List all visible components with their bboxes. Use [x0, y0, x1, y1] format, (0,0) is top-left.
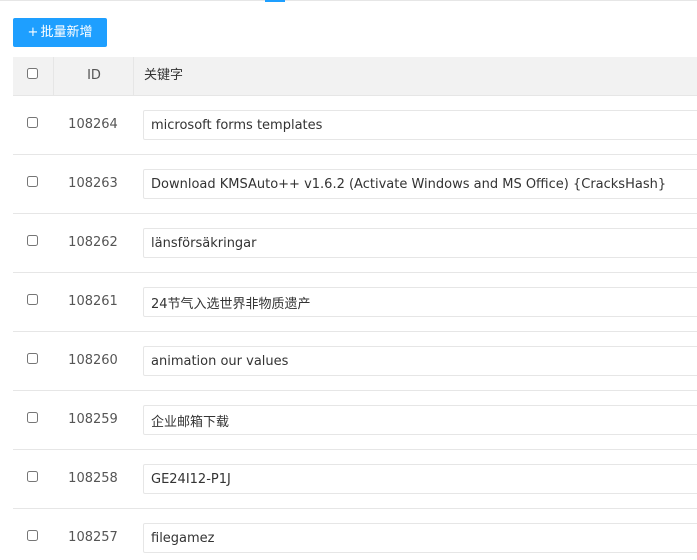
row-id: 108257: [68, 530, 118, 545]
row-keyword-cell: [133, 450, 697, 508]
row-checkbox[interactable]: [27, 412, 38, 423]
batch-add-button[interactable]: + 批量新增: [13, 18, 107, 47]
row-keyword-cell: [133, 509, 697, 560]
row-keyword-cell: [133, 332, 697, 390]
tab-bar-divider: [0, 0, 697, 1]
keyword-table: ID 关键字 108264108263108262108261108260108…: [13, 57, 697, 560]
row-checkbox[interactable]: [27, 530, 38, 541]
row-keyword-cell: [133, 96, 697, 154]
table-row: 108261: [13, 273, 697, 332]
row-id: 108262: [68, 235, 118, 250]
table-row: 108262: [13, 214, 697, 273]
row-check-cell: [13, 332, 53, 390]
row-keyword-cell: [133, 214, 697, 272]
row-id: 108261: [68, 294, 118, 309]
row-check-cell: [13, 391, 53, 449]
row-checkbox[interactable]: [27, 353, 38, 364]
row-id: 108259: [68, 412, 118, 427]
table-row: 108263: [13, 155, 697, 214]
row-check-cell: [13, 509, 53, 560]
row-checkbox[interactable]: [27, 235, 38, 246]
header-check-cell: [13, 57, 53, 95]
table-row: 108264: [13, 96, 697, 155]
row-check-cell: [13, 214, 53, 272]
keyword-input[interactable]: [143, 405, 697, 435]
keyword-input[interactable]: [143, 464, 697, 494]
row-keyword-cell: [133, 391, 697, 449]
batch-add-label: 批量新增: [40, 25, 93, 40]
row-check-cell: [13, 450, 53, 508]
row-id: 108264: [68, 117, 118, 132]
table-header: ID 关键字: [13, 57, 697, 96]
select-all-checkbox[interactable]: [27, 68, 38, 79]
keyword-input[interactable]: [143, 228, 697, 258]
header-id: ID: [53, 57, 134, 95]
keyword-input[interactable]: [143, 523, 697, 553]
plus-icon: +: [27, 25, 39, 40]
active-tab-indicator: [265, 0, 285, 2]
row-checkbox[interactable]: [27, 117, 38, 128]
row-id: 108260: [68, 353, 118, 368]
row-keyword-cell: [133, 155, 697, 213]
row-checkbox[interactable]: [27, 176, 38, 187]
row-keyword-cell: [133, 273, 697, 331]
table-row: 108257: [13, 509, 697, 560]
table-row: 108258: [13, 450, 697, 509]
row-check-cell: [13, 273, 53, 331]
keyword-input[interactable]: [143, 346, 697, 376]
keyword-input[interactable]: [143, 287, 697, 317]
header-keyword: 关键字: [133, 57, 697, 95]
row-checkbox[interactable]: [27, 471, 38, 482]
row-check-cell: [13, 155, 53, 213]
row-checkbox[interactable]: [27, 294, 38, 305]
row-id: 108263: [68, 176, 118, 191]
row-check-cell: [13, 96, 53, 154]
keyword-list-page: +批量新增 ID 关键字 108264108263108262108261108…: [0, 0, 697, 560]
row-id: 108258: [68, 471, 118, 486]
keyword-input[interactable]: [143, 169, 697, 199]
table-row: 108260: [13, 332, 697, 391]
table-row: 108259: [13, 391, 697, 450]
keyword-input[interactable]: [143, 110, 697, 140]
table-body: 108264 108263 108262 108261 108260 108259 1082…: [13, 96, 697, 560]
